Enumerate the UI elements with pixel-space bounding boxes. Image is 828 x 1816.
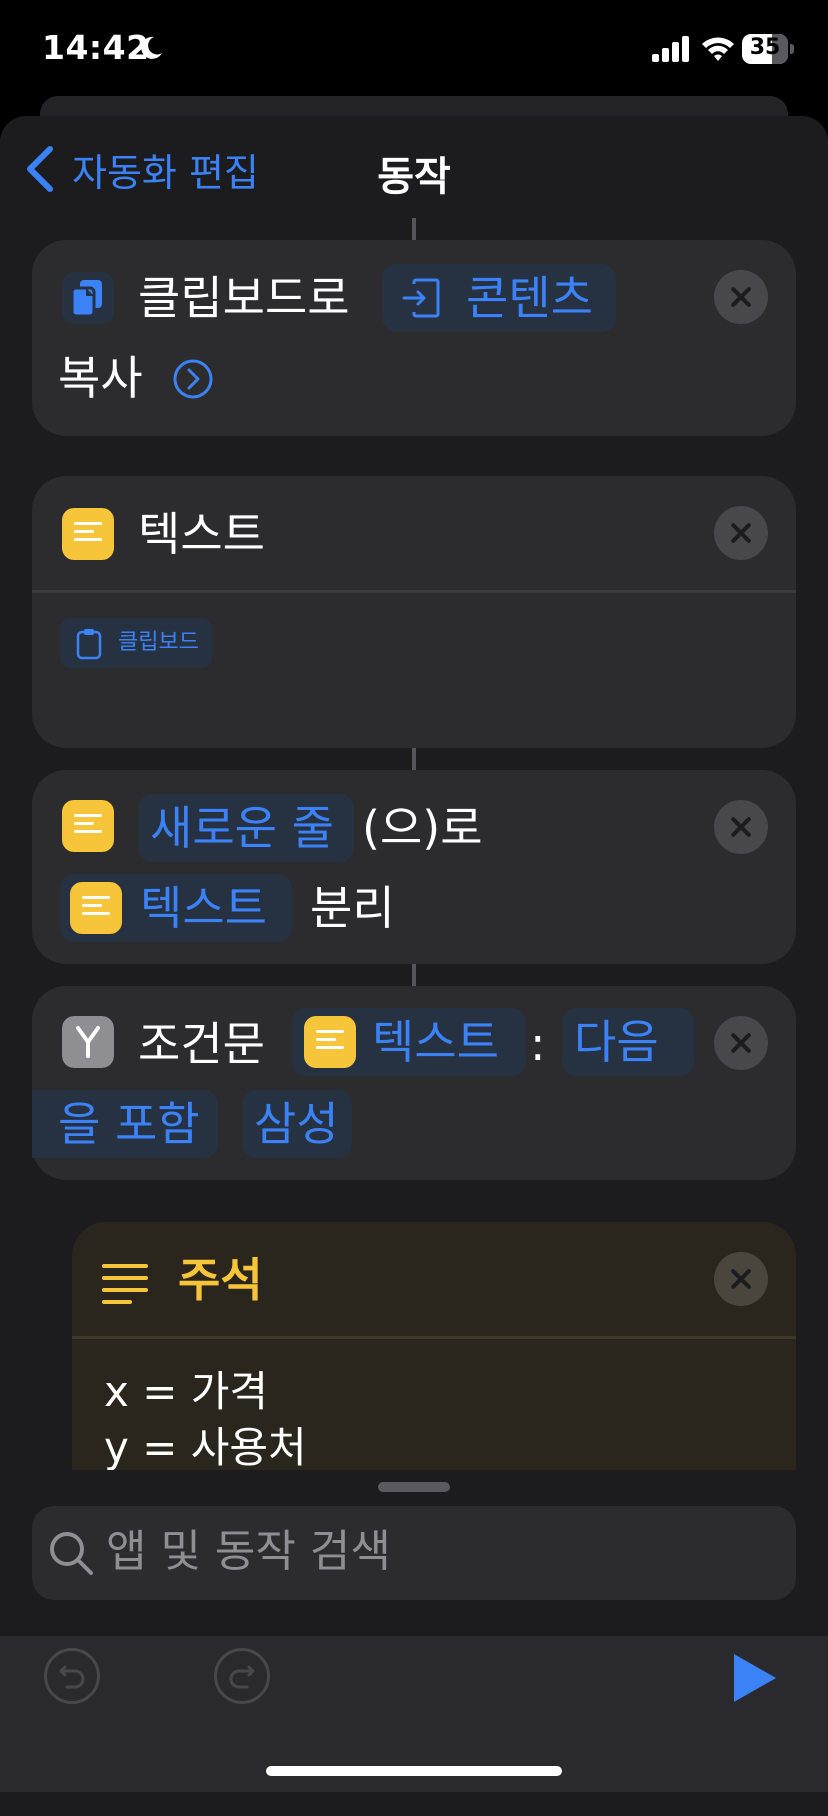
clipboard-icon [76, 629, 102, 660]
content-variable-token[interactable]: 콘텐츠 [382, 264, 616, 332]
search-icon [50, 1532, 93, 1575]
colon-label: : [530, 1017, 546, 1071]
status-time: 14:42 [42, 28, 150, 67]
text-lines-icon [70, 882, 122, 934]
comment-action[interactable]: 주석 x = 가격 y = 사용처 [72, 1222, 796, 1482]
clipboard-copy-icon [62, 272, 114, 324]
token-label: 콘텐츠 [466, 271, 593, 325]
comment-title: 주석 [178, 1253, 263, 1307]
page-title: 동작 [377, 154, 451, 200]
wifi-icon [702, 37, 734, 61]
battery-icon: 35 [742, 34, 794, 64]
divider [72, 1336, 796, 1339]
action-label: 복사 [58, 351, 143, 405]
text-variable-token[interactable]: 텍스트 [60, 874, 292, 942]
flow-connector [412, 964, 416, 986]
if-action[interactable]: 조건문 텍스트 : 다음 을 포함 삼성 [32, 986, 796, 1180]
remove-action-button[interactable] [714, 800, 768, 854]
comment-line: y = 사용처 [104, 1423, 307, 1472]
remove-action-button[interactable] [714, 506, 768, 560]
status-bar: 14:42 35 [0, 0, 828, 100]
branch-icon [62, 1016, 114, 1068]
input-variable-icon [402, 278, 440, 318]
search-input[interactable]: 앱 및 동작 검색 [32, 1506, 796, 1600]
flow-connector [412, 218, 416, 240]
text-lines-icon [62, 508, 114, 560]
clipboard-variable-token[interactable]: 클립보드 [60, 618, 212, 668]
input-variable-token[interactable]: 텍스트 [292, 1008, 526, 1076]
moon-icon [141, 36, 162, 59]
home-indicator [266, 1766, 562, 1776]
flow-connector [412, 746, 416, 770]
remove-action-button[interactable] [714, 1252, 768, 1306]
redo-button[interactable] [214, 1648, 270, 1704]
run-play-button[interactable] [730, 1652, 778, 1704]
undo-button[interactable] [44, 1648, 100, 1704]
sheet-grabber[interactable] [378, 1482, 450, 1492]
token-label: 텍스트 [372, 1015, 499, 1069]
comment-line: x = 가격 [104, 1367, 269, 1416]
separator-token[interactable]: 새로운 줄 [138, 794, 354, 862]
token-label: 텍스트 [140, 881, 267, 935]
remove-action-button[interactable] [714, 1016, 768, 1070]
redo-icon [229, 1665, 255, 1689]
action-label: 클립보드로 [138, 271, 350, 325]
undo-icon [59, 1665, 85, 1689]
signal-icon [652, 36, 689, 62]
condition-token[interactable]: 을 포함 [32, 1090, 218, 1158]
token-label: 을 포함 [58, 1097, 200, 1151]
token-label: 삼성 [254, 1097, 339, 1151]
action-title: 텍스트 [138, 507, 265, 561]
comment-lines-icon [102, 1264, 148, 1304]
token-label: 클립보드 [118, 630, 199, 655]
copy-to-clipboard-action[interactable]: 클립보드로 콘텐츠 복사 [32, 240, 796, 436]
search-placeholder: 앱 및 동작 검색 [106, 1526, 391, 1577]
action-label: (으)로 [362, 801, 483, 855]
condition-token[interactable]: 다음 [562, 1008, 694, 1076]
token-label: 새로운 줄 [150, 801, 334, 855]
action-title: 조건문 [138, 1017, 265, 1071]
split-text-action[interactable]: 새로운 줄 (으)로 텍스트 분리 [32, 770, 796, 964]
battery-level: 35 [749, 35, 781, 60]
text-lines-icon [62, 800, 114, 852]
text-lines-icon [304, 1016, 356, 1068]
token-label: 다음 [574, 1015, 659, 1069]
expand-chevron-icon[interactable] [172, 358, 214, 400]
divider [32, 590, 796, 593]
text-action[interactable]: 텍스트 클립보드 [32, 476, 796, 748]
value-token[interactable]: 삼성 [242, 1090, 352, 1158]
remove-action-button[interactable] [714, 270, 768, 324]
action-label: 분리 [310, 881, 395, 935]
